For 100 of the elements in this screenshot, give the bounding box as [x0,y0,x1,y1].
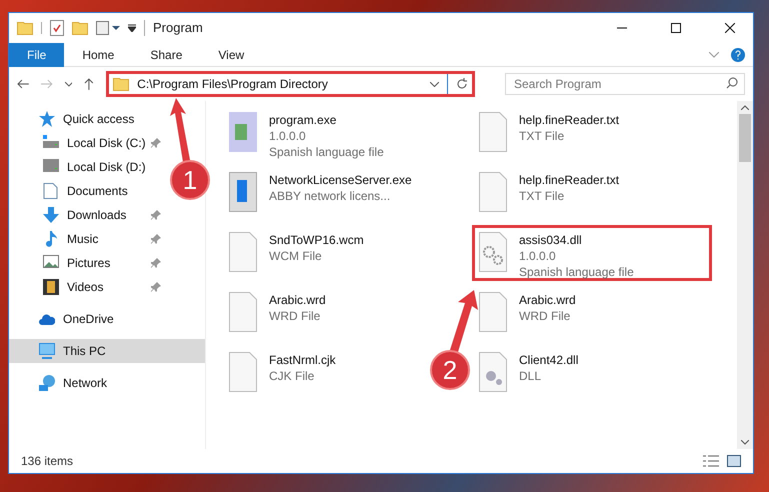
sidebar-label: Videos [67,279,104,296]
scroll-thumb[interactable] [739,114,751,162]
file-item[interactable]: help.fineReader.txt TXT File [472,105,630,161]
download-arrow-icon [43,207,59,223]
file-detail: TXT File [519,128,566,144]
file-name: Client42.dll [519,352,578,368]
file-detail: WCM File [269,248,323,264]
refresh-icon[interactable] [456,78,468,90]
file-icon [479,112,507,152]
ribbon-tab[interactable]: File [9,42,64,66]
file-icon [229,232,257,272]
ribbon-tab[interactable]: View [200,42,262,66]
scroll-down-icon[interactable] [741,440,749,445]
folder-icon [113,77,130,91]
drive-icon [43,135,59,151]
file-detail: WRD File [269,308,322,324]
file-name: help.fineReader.txt [519,172,620,188]
file-name: Arabic.wrd [269,292,326,308]
caret-icon[interactable] [64,82,72,86]
sidebar-item[interactable]: Quick access [9,107,205,131]
search-field[interactable]: Search Program [505,73,745,95]
maximize-icon [671,23,681,33]
file-item[interactable]: program.exe 1.0.0.0 Spanish language file [222,105,395,161]
sidebar-item[interactable]: Videos [9,275,165,299]
sidebar-item[interactable]: Downloads [9,203,165,227]
file-name: help.fineReader.txt [519,112,620,128]
scroll-up-icon[interactable] [741,105,749,110]
annotation-arrow [170,98,190,162]
scrollbar[interactable] [737,101,753,449]
sidebar-label: Music [67,231,100,248]
ribbon-tab[interactable]: Share [132,42,200,66]
view-options-icon[interactable] [96,21,120,35]
sidebar-item[interactable]: Documents [9,179,165,203]
gear-file-icon [479,352,507,392]
address-path: C:\Program Files\Program Directory [137,76,329,93]
sidebar-label: Quick access [63,111,136,128]
picture-icon [43,255,59,271]
sidebar-label: Network [63,375,108,392]
new-folder-icon [72,21,88,35]
network-icon [39,375,55,391]
sidebar-label: Local Disk (C:) [67,135,147,152]
file-detail: WRD File [519,308,572,324]
sidebar-item[interactable]: Network [9,371,205,395]
music-note-icon [43,231,59,247]
search-icon [726,77,738,89]
ribbon-tab[interactable]: Home [64,42,132,66]
file-detail: Spanish language file [519,264,634,280]
sidebar-label: This PC [63,343,107,360]
file-icon [229,292,257,332]
details-view-icon[interactable] [703,455,719,467]
star-icon [39,111,55,127]
file-name: program.exe [269,112,338,128]
file-detail: 1.0.0.0 [519,248,557,264]
sidebar-label: Pictures [67,255,112,272]
sidebar-item[interactable]: OneDrive [9,307,205,331]
sidebar-label: Local Disk (D:) [67,159,147,176]
sidebar-label: OneDrive [63,311,115,328]
window-icon [229,172,257,212]
file-item[interactable]: FastNrml.cjk CJK File [222,345,347,401]
sidebar-item[interactable]: Local Disk (D:) [9,155,165,179]
chevron-icon[interactable] [709,52,719,58]
file-name: NetworkLicenseServer.exe [269,172,412,188]
film-icon [43,279,59,295]
drive-icon [43,159,59,175]
sidebar-item[interactable]: Music [9,227,165,251]
file-item[interactable]: Arabic.wrd WRD File [472,285,587,341]
caret-icon[interactable] [430,82,439,86]
file-icon [479,172,507,212]
gears-file-icon [479,232,507,272]
large-icons-view-icon[interactable] [727,455,741,467]
computer-icon [39,343,55,359]
file-detail: Spanish language file [269,144,384,160]
file-item[interactable]: assis034.dll 1.0.0.0 Spanish language file [472,225,712,281]
file-item[interactable]: Client42.dll DLL [472,345,590,401]
back-arrow-icon[interactable] [17,79,29,89]
file-item[interactable]: SndToWP16.wcm WCM File [222,225,375,281]
file-detail: TXT File [519,188,566,204]
sidebar-item[interactable]: Local Disk (C:) [9,131,165,155]
up-arrow-icon[interactable] [84,78,94,90]
sidebar-item[interactable]: Pictures [9,251,165,275]
file-name: SndToWP16.wcm [269,232,364,248]
file-detail: ABBY network licens... [269,188,392,204]
file-icon [479,292,507,332]
file-name: assis034.dll [519,232,583,248]
file-item[interactable]: help.fineReader.txt TXT File [472,165,630,221]
window-title: Program [153,19,203,38]
item-count: 136 items [21,453,74,470]
file-item[interactable]: Arabic.wrd WRD File [222,285,337,341]
sidebar-item[interactable]: This PC [9,339,205,363]
file-name: Arabic.wrd [519,292,576,308]
annotation-arrow [450,290,478,352]
properties-icon[interactable] [50,20,64,36]
file-item[interactable]: NetworkLicenseServer.exe ABBY network licens... [222,165,423,221]
address-bar[interactable]: C:\Program Files\Program Directory [106,71,475,97]
sidebar-label: Downloads [67,207,128,224]
caret-icon[interactable] [128,24,136,32]
file-icon [229,352,257,392]
file-detail: 1.0.0.0 [269,128,307,144]
help-icon[interactable] [731,48,745,62]
document-icon [43,183,59,199]
